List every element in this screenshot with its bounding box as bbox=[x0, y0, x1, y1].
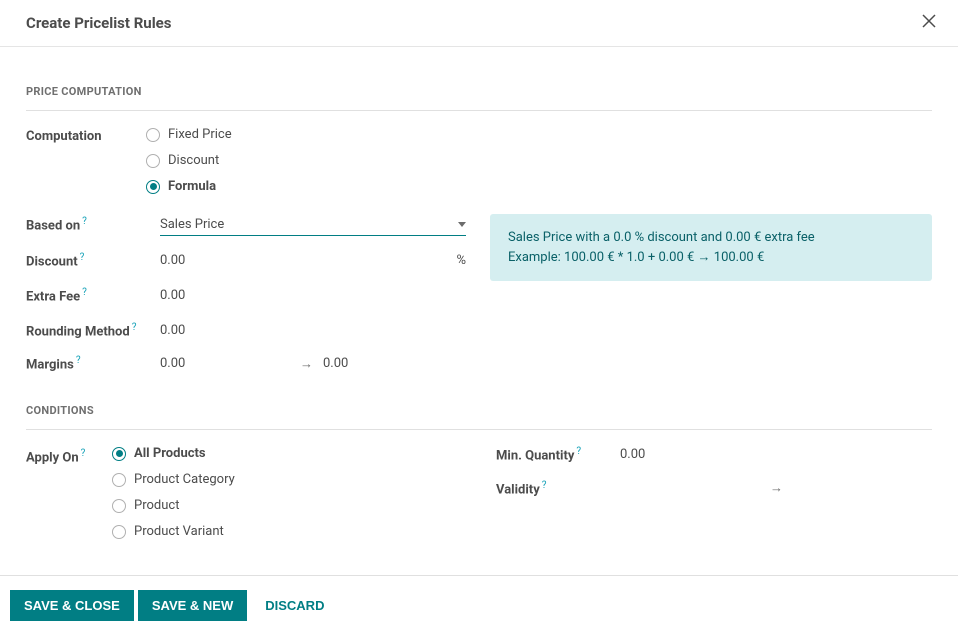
radio-icon-selected bbox=[112, 447, 126, 461]
min-quantity-label: Min. Quantity? bbox=[496, 446, 620, 463]
help-icon[interactable]: ? bbox=[82, 287, 87, 298]
radio-label: All Products bbox=[134, 446, 206, 461]
info-line-2: Example: 100.00 € * 1.0 + 0.00 € → 100.0… bbox=[508, 248, 914, 268]
arrow-right-icon: → bbox=[300, 356, 313, 372]
radio-icon bbox=[146, 154, 160, 168]
computation-label: Computation bbox=[26, 127, 116, 144]
radio-discount[interactable]: Discount bbox=[146, 153, 232, 168]
computation-options: Fixed Price Discount Formula bbox=[146, 127, 232, 194]
modal-title: Create Pricelist Rules bbox=[26, 14, 171, 32]
min-quantity-row: Min. Quantity? 0.00 bbox=[496, 446, 932, 463]
divider bbox=[26, 110, 932, 111]
discard-button[interactable]: DISCARD bbox=[251, 590, 338, 621]
help-icon[interactable]: ? bbox=[132, 322, 137, 333]
margins-row: Margins? 0.00 → 0.00 bbox=[26, 355, 466, 372]
extra-fee-input[interactable]: 0.00 bbox=[160, 285, 466, 306]
save-close-button[interactable]: SAVE & CLOSE bbox=[10, 590, 134, 621]
validity-row: Validity? → bbox=[496, 480, 932, 497]
formula-left: Based on? Sales Price Discount? 0.00 % E… bbox=[26, 214, 466, 386]
apply-on-label: Apply On? bbox=[26, 446, 104, 465]
help-icon[interactable]: ? bbox=[76, 355, 81, 366]
radio-product[interactable]: Product bbox=[112, 498, 235, 513]
arrow-right-icon: → bbox=[770, 480, 783, 496]
conditions-row: Apply On? All Products Product Category … bbox=[26, 446, 932, 547]
margins-max-input[interactable]: 0.00 bbox=[323, 356, 453, 371]
based-on-row: Based on? Sales Price bbox=[26, 214, 466, 236]
margins-min-input[interactable]: 0.00 bbox=[160, 356, 290, 371]
formula-right: Sales Price with a 0.0 % discount and 0.… bbox=[490, 214, 932, 386]
radio-icon bbox=[112, 499, 126, 513]
divider bbox=[26, 429, 932, 430]
radio-icon-selected bbox=[146, 180, 160, 194]
validity-label: Validity? bbox=[496, 480, 620, 497]
modal-body: PRICE COMPUTATION Computation Fixed Pric… bbox=[0, 47, 958, 567]
section-title-conditions: CONDITIONS bbox=[26, 404, 932, 423]
chevron-down-icon bbox=[458, 222, 466, 227]
radio-icon bbox=[112, 473, 126, 487]
radio-label: Product Variant bbox=[134, 524, 224, 539]
close-button[interactable] bbox=[916, 12, 942, 34]
close-icon bbox=[922, 14, 936, 28]
help-icon[interactable]: ? bbox=[82, 216, 87, 227]
formula-info-box: Sales Price with a 0.0 % discount and 0.… bbox=[490, 214, 932, 281]
radio-label: Discount bbox=[168, 153, 219, 168]
rounding-row: Rounding Method? 0.00 bbox=[26, 320, 466, 341]
radio-label: Product Category bbox=[134, 472, 235, 487]
margins-label: Margins? bbox=[26, 355, 160, 372]
computation-row: Computation Fixed Price Discount Formula bbox=[26, 127, 932, 194]
conditions-right: Min. Quantity? 0.00 Validity? → bbox=[496, 446, 932, 497]
apply-on-options: All Products Product Category Product Pr… bbox=[112, 446, 235, 539]
save-new-button[interactable]: SAVE & NEW bbox=[138, 590, 247, 621]
formula-section: Based on? Sales Price Discount? 0.00 % E… bbox=[26, 214, 932, 386]
radio-all-products[interactable]: All Products bbox=[112, 446, 235, 461]
discount-row: Discount? 0.00 % bbox=[26, 250, 466, 271]
radio-icon bbox=[112, 525, 126, 539]
extra-fee-row: Extra Fee? 0.00 bbox=[26, 285, 466, 306]
radio-label: Formula bbox=[168, 179, 216, 194]
apply-on-row: Apply On? All Products Product Category … bbox=[26, 446, 466, 539]
help-icon[interactable]: ? bbox=[81, 448, 86, 459]
help-icon[interactable]: ? bbox=[80, 252, 85, 263]
radio-label: Fixed Price bbox=[168, 127, 232, 142]
based-on-select[interactable]: Sales Price bbox=[160, 214, 466, 236]
conditions-left: Apply On? All Products Product Category … bbox=[26, 446, 466, 547]
rounding-input[interactable]: 0.00 bbox=[160, 320, 466, 341]
modal-footer: SAVE & CLOSE SAVE & NEW DISCARD bbox=[0, 575, 958, 635]
extra-fee-label: Extra Fee? bbox=[26, 287, 160, 304]
based-on-label: Based on? bbox=[26, 216, 160, 233]
radio-formula[interactable]: Formula bbox=[146, 179, 232, 194]
section-title-price-computation: PRICE COMPUTATION bbox=[26, 85, 932, 104]
radio-icon bbox=[146, 128, 160, 142]
discount-label: Discount? bbox=[26, 252, 160, 269]
discount-input[interactable]: 0.00 bbox=[160, 250, 452, 271]
help-icon[interactable]: ? bbox=[576, 446, 581, 457]
help-icon[interactable]: ? bbox=[542, 480, 547, 491]
radio-fixed-price[interactable]: Fixed Price bbox=[146, 127, 232, 142]
info-line-1: Sales Price with a 0.0 % discount and 0.… bbox=[508, 228, 914, 248]
min-quantity-input[interactable]: 0.00 bbox=[620, 447, 645, 462]
rounding-label: Rounding Method? bbox=[26, 322, 160, 339]
radio-label: Product bbox=[134, 498, 179, 513]
discount-suffix: % bbox=[456, 253, 466, 268]
based-on-value: Sales Price bbox=[160, 217, 224, 232]
modal-header: Create Pricelist Rules bbox=[0, 0, 958, 47]
radio-product-variant[interactable]: Product Variant bbox=[112, 524, 235, 539]
radio-product-category[interactable]: Product Category bbox=[112, 472, 235, 487]
